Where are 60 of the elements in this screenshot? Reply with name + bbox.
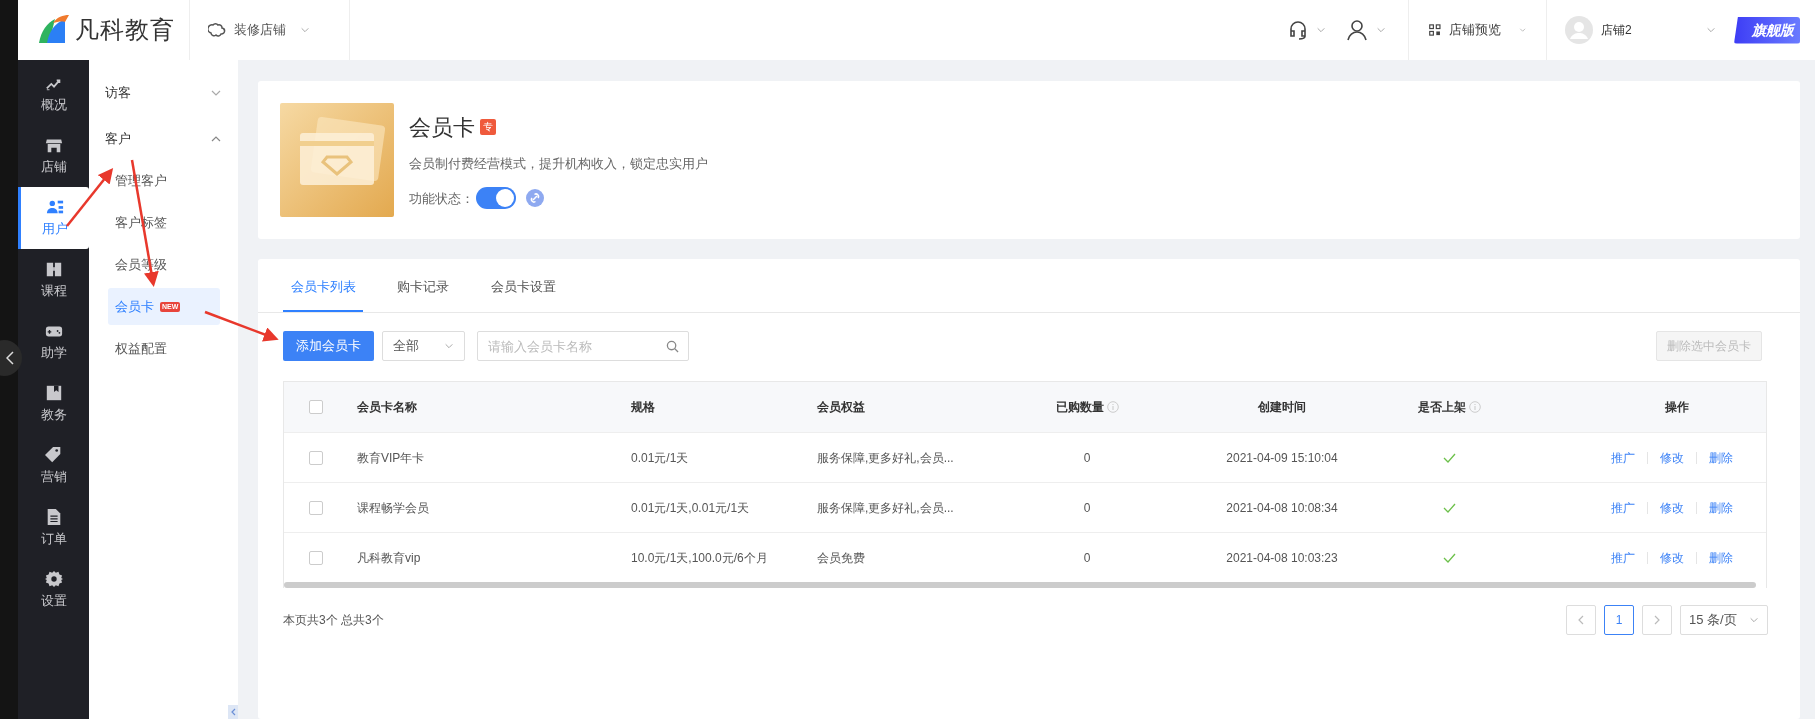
action-link[interactable]: 推广 — [1610, 498, 1635, 517]
column-header: 创建时间 — [1258, 399, 1306, 416]
column-header: 会员卡名称 — [357, 399, 417, 416]
tab[interactable]: 会员卡列表 — [283, 259, 363, 312]
table-cell-text: 2021-04-08 10:08:34 — [1226, 499, 1338, 517]
menu-group[interactable]: 客户 — [89, 116, 238, 162]
feature-title: 会员卡 — [409, 113, 475, 142]
status-label: 功能状态： — [409, 189, 474, 208]
column-header: 操作 — [1664, 399, 1689, 416]
table-cell: 凡科教育vip — [357, 550, 421, 565]
table-cell: 10.0元/1天,100.0元/6个月 — [631, 550, 768, 565]
action-link[interactable]: 删除 — [1708, 548, 1733, 567]
table-cell: 教育VIP年卡 — [357, 450, 425, 465]
action-link[interactable]: 推广 — [1610, 448, 1635, 467]
action-link[interactable]: 修改 — [1659, 498, 1684, 517]
table-cell-text: 0 — [1083, 549, 1091, 567]
nav-item[interactable]: 教务 — [18, 373, 89, 435]
table-cell: 0.01元/1天 — [631, 450, 689, 465]
shop-preview-button[interactable]: 店铺预览 — [1409, 0, 1547, 60]
column-header: 已购数量 — [1055, 399, 1104, 416]
add-card-button[interactable]: 添加会员卡 — [283, 331, 374, 361]
table-cell: 会员免费 — [817, 550, 865, 565]
column-header: 会员权益 — [817, 399, 865, 416]
filter-select[interactable]: 全部 — [382, 331, 465, 361]
nav-item[interactable]: 店铺 — [18, 125, 89, 187]
exclusive-badge: 专 — [480, 119, 496, 136]
action-link[interactable]: 修改 — [1659, 448, 1684, 467]
nav-item[interactable]: 助学 — [18, 311, 89, 373]
edition-badge: 旗舰版 — [1734, 16, 1800, 44]
nav-item[interactable]: 设置 — [18, 559, 89, 621]
page-size-select[interactable]: 15 条/页 — [1680, 605, 1768, 635]
table-cell-text: 0 — [1083, 449, 1091, 467]
nav-item[interactable]: 订单 — [18, 497, 89, 559]
table-cell-text: 0 — [1083, 499, 1091, 517]
action-link[interactable]: 修改 — [1659, 548, 1684, 567]
action-link[interactable]: 删除 — [1708, 498, 1733, 517]
nav-item[interactable]: 用户 — [18, 187, 89, 249]
page-button[interactable]: 1 — [1604, 605, 1634, 635]
action-link[interactable]: 推广 — [1610, 548, 1635, 567]
account-menu[interactable]: 店铺2 — [1547, 0, 1734, 60]
table-cell: 课程畅学会员 — [357, 500, 429, 515]
submenu-item[interactable]: 权益配置 — [108, 330, 220, 367]
feature-description: 会员制付费经营模式，提升机构收入，锁定忠实用户 — [409, 154, 708, 173]
menu-group[interactable]: 访客 — [89, 70, 238, 116]
nav-item[interactable]: 课程 — [18, 249, 89, 311]
table-cell-text: 2021-04-09 15:10:04 — [1226, 449, 1338, 467]
column-header: 是否上架 — [1417, 399, 1466, 416]
tab[interactable]: 购卡记录 — [383, 259, 463, 312]
nav-item[interactable]: 营销 — [18, 435, 89, 497]
page-summary: 本页共3个 总共3个 — [283, 612, 384, 629]
tab[interactable]: 会员卡设置 — [483, 259, 563, 312]
logo-text: 凡科教育 — [75, 15, 175, 45]
column-header: 规格 — [631, 399, 655, 416]
table-cell: 服务保障,更多好礼,会员... — [817, 500, 954, 515]
table-cell: 0.01元/1天,0.01元/1天 — [631, 500, 750, 515]
action-link[interactable]: 删除 — [1708, 448, 1733, 467]
search-field[interactable]: 请输入会员卡名称 — [477, 331, 689, 361]
nav-item[interactable]: 概况 — [18, 63, 89, 125]
table-cell-text: 2021-04-08 10:03:23 — [1226, 549, 1338, 567]
table-cell: 服务保障,更多好礼,会员... — [817, 450, 954, 465]
